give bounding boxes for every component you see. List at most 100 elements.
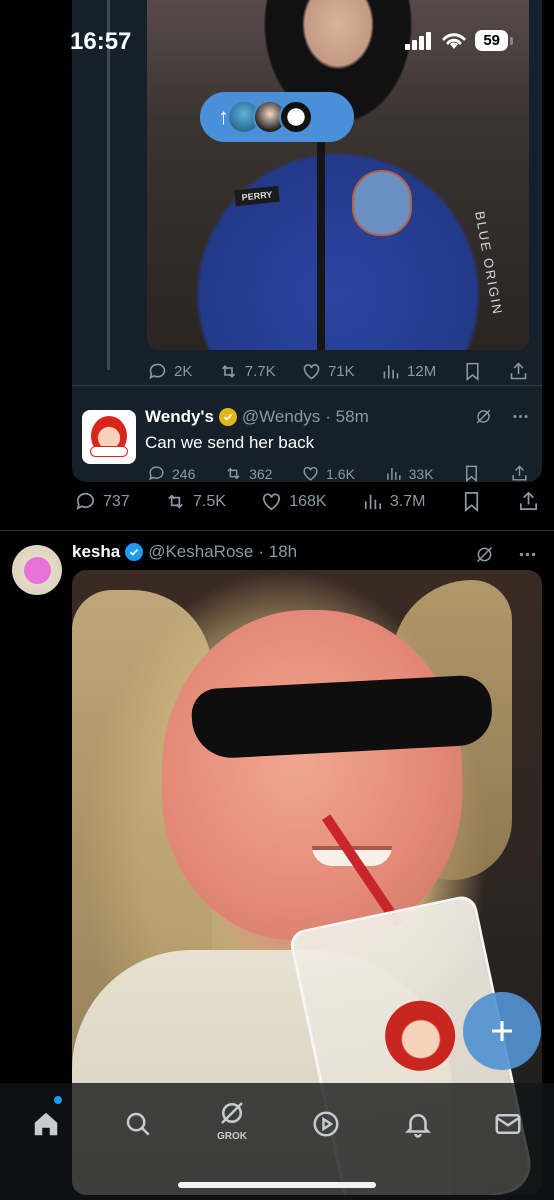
more-icon[interactable] (511, 407, 530, 426)
share-button[interactable] (517, 490, 540, 513)
reply-icon (149, 466, 164, 481)
author-name[interactable]: Wendy's (145, 407, 214, 427)
views-count: 33K (408, 465, 434, 482)
name-tag: PERRY (234, 185, 280, 207)
post-time: · 18h (258, 542, 298, 561)
reply-icon (149, 363, 166, 380)
home-indicator (178, 1182, 376, 1188)
suit-zipper (317, 130, 325, 350)
views-button[interactable]: 3.7M (361, 490, 425, 513)
play-icon (313, 1111, 339, 1137)
tab-messages[interactable] (488, 1104, 528, 1144)
status-icons: 59 (405, 30, 513, 51)
reply-button[interactable]: 737 (74, 490, 130, 513)
share-icon (512, 465, 527, 481)
reply-icon (76, 492, 95, 510)
like-count: 1.6K (326, 465, 355, 482)
repost-count: 7.7K (244, 363, 276, 380)
repost-icon (227, 467, 240, 480)
bell-icon (404, 1114, 432, 1138)
grok-icon (221, 1102, 243, 1124)
plus-icon (492, 1021, 512, 1041)
kesha-post-header: kesha @KeshaRose · 18h (72, 542, 297, 562)
tab-notifications[interactable] (398, 1104, 438, 1144)
bookmark-icon (466, 465, 478, 482)
tab-grok[interactable] (212, 1093, 252, 1133)
quoted-post-actions: 2K 7.7K 71K 12M (147, 361, 529, 382)
cup-logo (378, 994, 462, 1078)
like-button[interactable]: 71K (301, 361, 355, 382)
author-name[interactable]: kesha (72, 542, 120, 562)
reply-actions: 246 362 1.6K 33K (147, 464, 529, 482)
repost-button[interactable]: 7.7K (218, 361, 276, 382)
heart-icon (303, 364, 320, 380)
repost-count: 7.5K (192, 492, 226, 510)
share-icon (510, 362, 527, 380)
wifi-icon (442, 32, 466, 49)
bookmark-button[interactable] (460, 490, 483, 513)
views-count: 12M (407, 363, 437, 380)
views-button[interactable]: 33K (384, 464, 434, 482)
sunglasses (190, 674, 494, 760)
heart-icon (303, 466, 318, 481)
new-post-avatar (279, 100, 313, 134)
divider (72, 385, 542, 386)
like-count: 71K (327, 363, 355, 380)
verified-icon (125, 543, 144, 561)
heart-icon (263, 493, 281, 511)
kesha-post-tools (474, 544, 538, 565)
post-time: · 58m (325, 407, 369, 426)
reply-count: 246 (172, 465, 196, 482)
more-icon[interactable] (517, 544, 538, 565)
repost-icon (168, 494, 183, 509)
like-button[interactable]: 1.6K (301, 464, 355, 482)
main-post-actions: 737 7.5K 168K 3.7M (74, 490, 540, 513)
bookmark-icon (466, 362, 479, 382)
face (162, 610, 494, 940)
share-icon (519, 491, 538, 511)
quoted-post-card[interactable]: PERRY BLUE ORIGIN ↑ 2K 7.7K 71K 12M Wend… (72, 0, 542, 482)
reply-header: Wendy's @Wendys · 58m (145, 407, 369, 427)
mission-patch (352, 170, 412, 236)
views-button[interactable]: 12M (380, 361, 436, 382)
verified-business-icon (218, 408, 237, 426)
battery-indicator: 59 (475, 30, 513, 51)
tab-home[interactable] (26, 1104, 66, 1144)
mail-icon (495, 1114, 521, 1134)
reply-count: 2K (174, 363, 193, 380)
bookmark-button[interactable] (462, 464, 481, 482)
cellular-signal-icon (405, 31, 432, 50)
avatar-blur (24, 557, 51, 584)
repost-button[interactable]: 7.5K (164, 490, 226, 513)
new-posts-pill[interactable]: ↑ (200, 92, 354, 142)
grok-icon[interactable] (474, 544, 495, 565)
views-icon (383, 365, 399, 379)
reply-button[interactable]: 246 (147, 464, 195, 482)
grok-icon[interactable] (474, 407, 493, 426)
share-button[interactable] (508, 361, 529, 382)
views-icon (364, 494, 381, 510)
bookmark-icon (464, 492, 478, 512)
repost-icon (221, 365, 235, 378)
notification-dot (54, 1096, 62, 1104)
like-count: 168K (289, 492, 327, 510)
tab-search[interactable] (118, 1104, 158, 1144)
author-handle[interactable]: @Wendys (242, 407, 320, 427)
tab-video[interactable] (306, 1104, 346, 1144)
views-icon (386, 467, 401, 480)
post-separator (0, 530, 554, 531)
share-button[interactable] (510, 464, 529, 482)
reply-button[interactable]: 2K (147, 361, 192, 382)
suit-sleeve-text: BLUE ORIGIN (472, 210, 506, 317)
like-button[interactable]: 168K (260, 490, 327, 513)
repost-button[interactable]: 362 (224, 464, 272, 482)
compose-button[interactable] (463, 992, 541, 1070)
repost-count: 362 (249, 465, 273, 482)
wendys-logo-banner (90, 446, 128, 457)
bookmark-button[interactable] (462, 361, 483, 382)
avatar[interactable] (12, 545, 62, 595)
author-handle[interactable]: @KeshaRose (148, 542, 253, 562)
quoted-post-image[interactable]: PERRY BLUE ORIGIN (147, 0, 529, 350)
reply-count: 737 (103, 492, 130, 510)
avatar[interactable] (82, 410, 136, 464)
